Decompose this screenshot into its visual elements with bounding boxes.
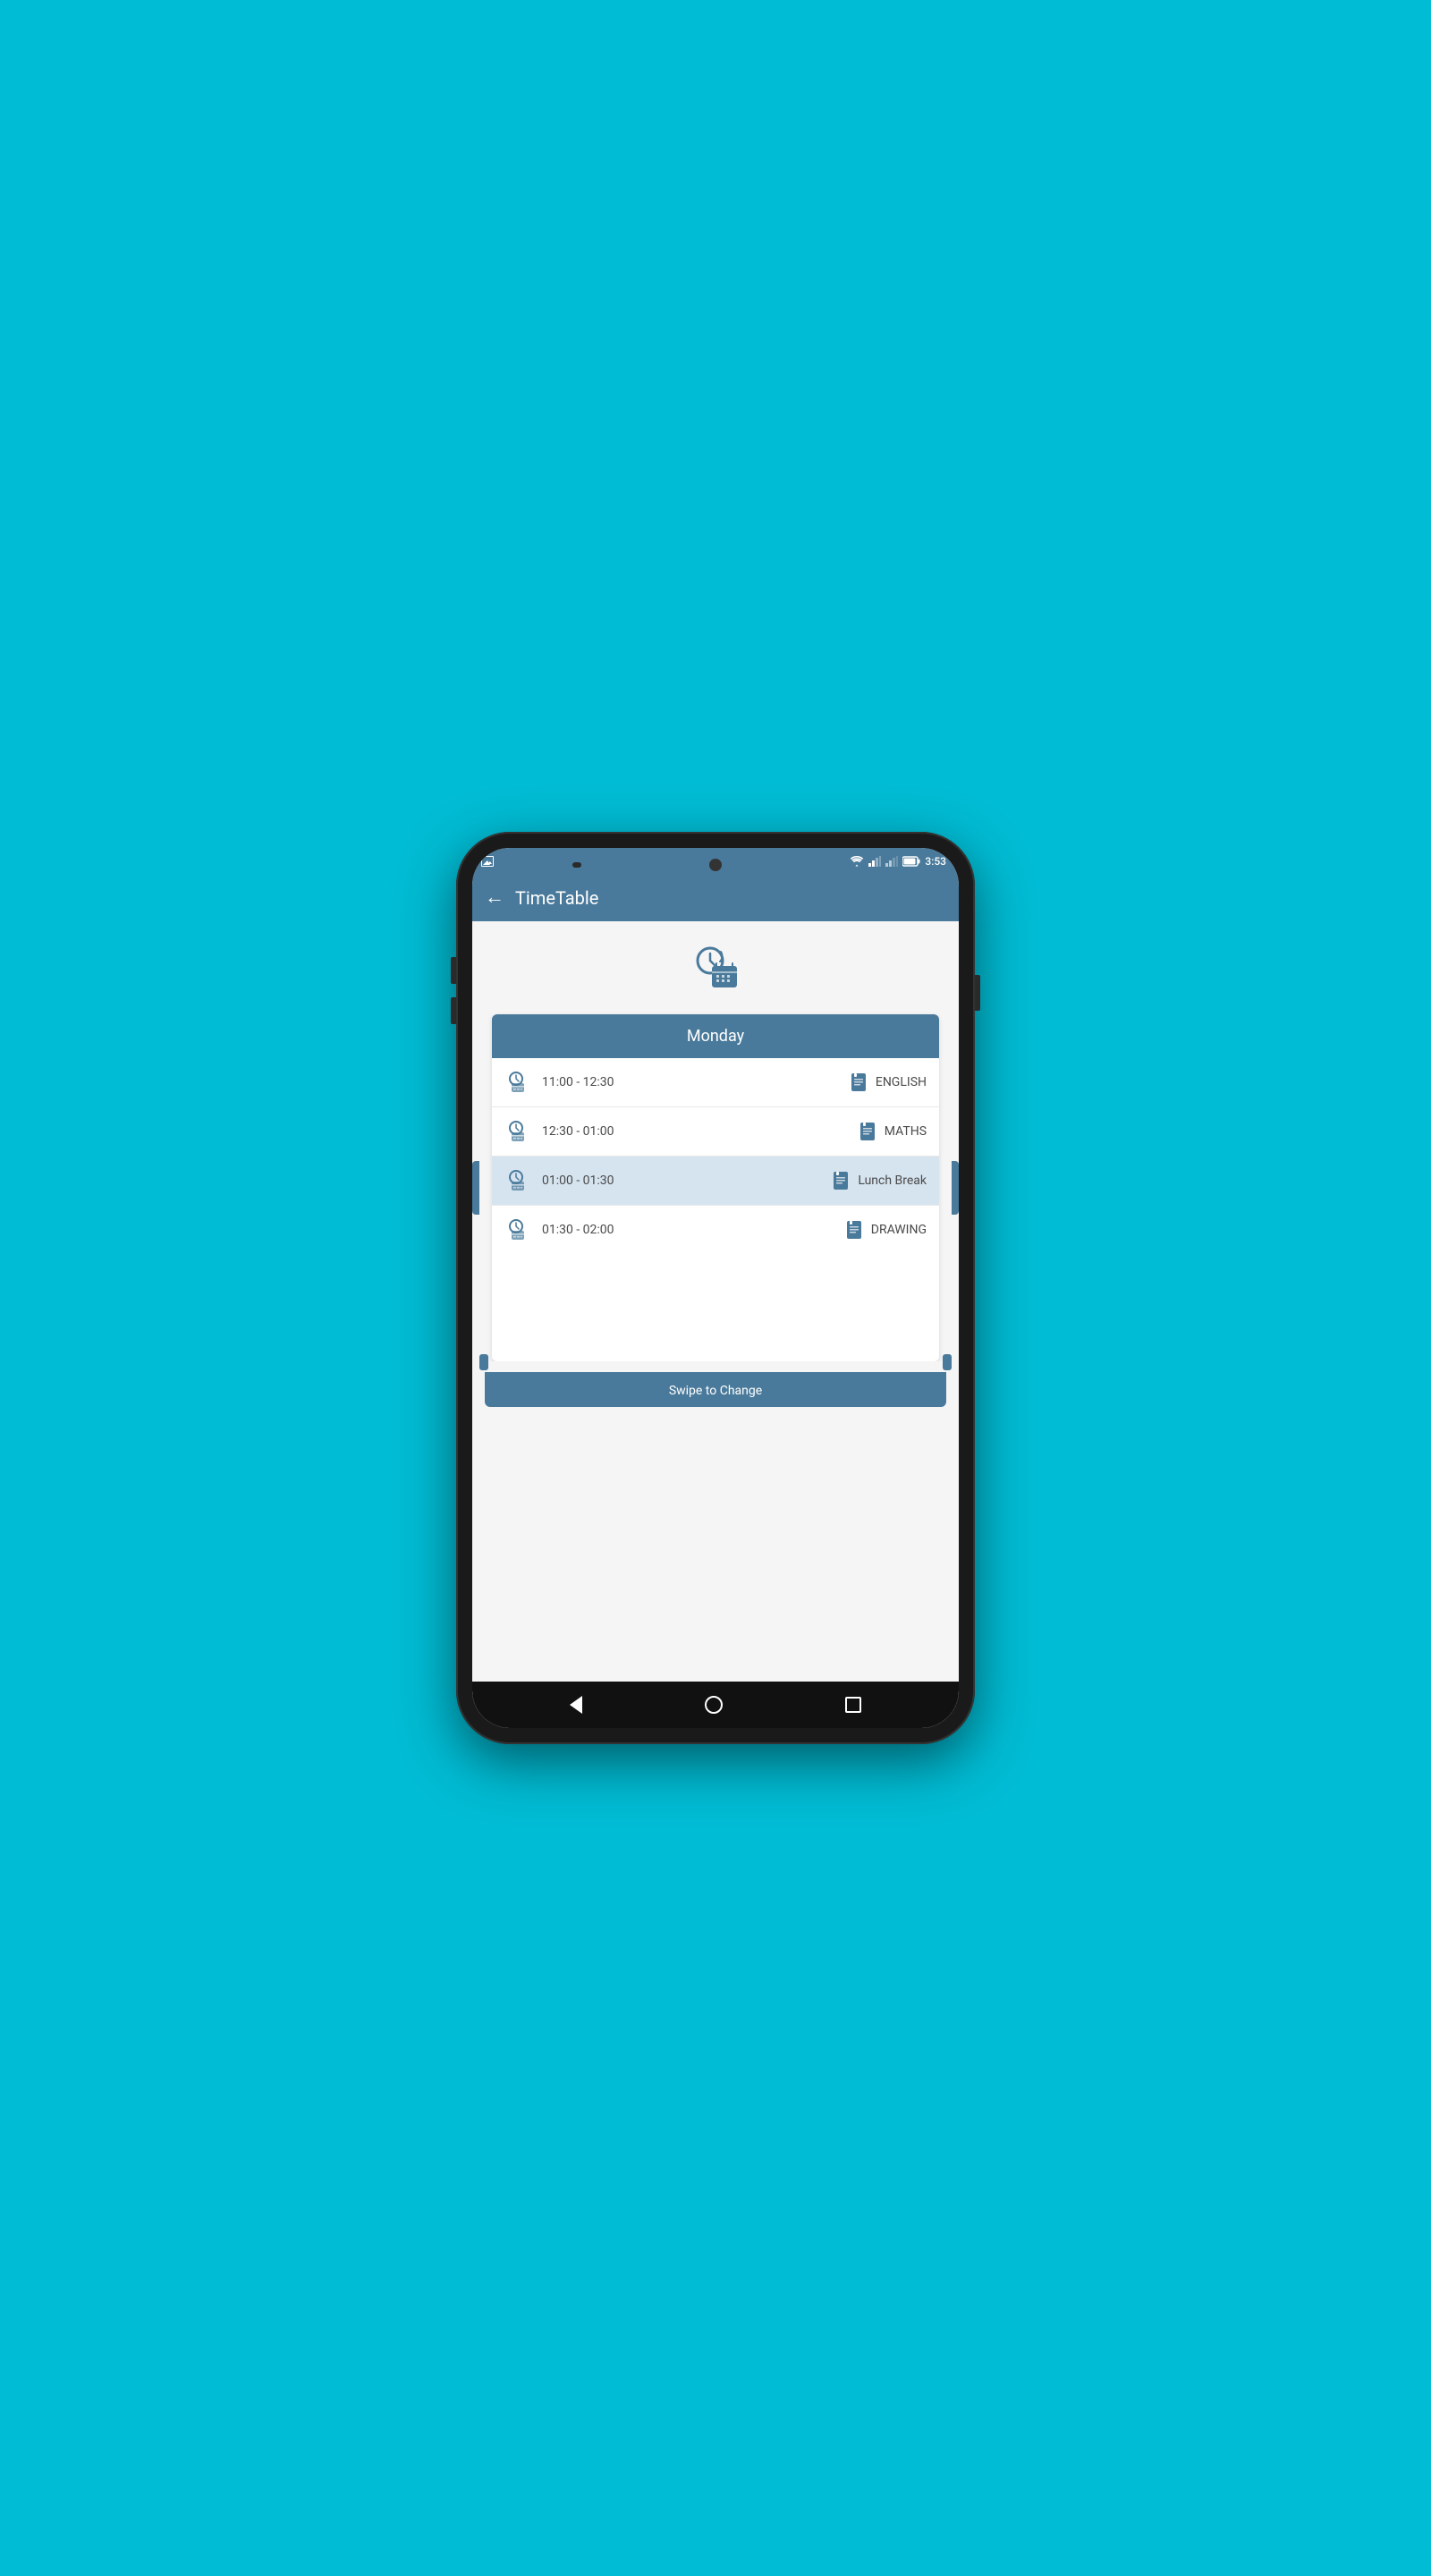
subject-icon-4	[846, 1220, 862, 1240]
table-row[interactable]: 01:00 - 01:30 Lunch Break	[492, 1157, 939, 1206]
day-label: Monday	[687, 1027, 744, 1046]
nav-back-button[interactable]	[570, 1696, 582, 1714]
schedule-icon-4	[504, 1216, 531, 1243]
nav-bar	[472, 1682, 959, 1728]
phone-screen: 3:53 ← TimeTable	[472, 848, 959, 1728]
table-row[interactable]: 01:30 - 02:00 DRAWING	[492, 1206, 939, 1254]
scroll-left-tab	[479, 1354, 488, 1370]
status-bar: 3:53	[472, 848, 959, 875]
back-triangle-icon	[570, 1696, 582, 1714]
side-tab-left	[472, 1161, 479, 1215]
schedule-icon-1	[504, 1069, 531, 1096]
signal2-icon	[885, 856, 898, 867]
power-button[interactable]	[975, 975, 980, 1011]
swipe-footer[interactable]: Swipe to Change	[485, 1372, 946, 1407]
battery-icon	[902, 856, 920, 867]
home-circle-icon	[705, 1696, 723, 1714]
schedule-list: 11:00 - 12:30 ENGLISH	[492, 1058, 939, 1254]
nav-recents-button[interactable]	[845, 1697, 861, 1713]
subject-icon-2	[859, 1122, 876, 1141]
card-container: Monday	[479, 1014, 952, 1361]
app-bar: ← TimeTable	[472, 875, 959, 921]
day-header: Monday	[492, 1014, 939, 1058]
status-left	[481, 856, 494, 867]
volume-up-button[interactable]	[451, 957, 456, 984]
bottom-spacer	[472, 1407, 959, 1682]
schedule-icon-2	[504, 1118, 531, 1145]
main-content: Monday	[472, 921, 959, 1682]
subject-icon-3	[833, 1171, 849, 1191]
empty-space	[492, 1254, 939, 1361]
time-2: 12:30 - 01:00	[542, 1124, 859, 1139]
scroll-right-tab	[943, 1354, 952, 1370]
time-1: 11:00 - 12:30	[542, 1075, 851, 1089]
status-time: 3:53	[925, 855, 946, 868]
notification-icon	[481, 856, 494, 867]
wifi-icon	[850, 856, 864, 867]
scroll-indicator-area	[479, 1361, 952, 1372]
subject-1: ENGLISH	[876, 1075, 927, 1089]
time-3: 01:00 - 01:30	[542, 1174, 833, 1188]
phone-device: 3:53 ← TimeTable	[456, 832, 975, 1744]
icon-area	[472, 921, 959, 1014]
subject-3: Lunch Break	[858, 1174, 927, 1188]
nav-home-button[interactable]	[705, 1696, 723, 1714]
timetable-icon	[687, 941, 744, 998]
side-tab-right	[952, 1161, 959, 1215]
back-button[interactable]: ←	[485, 888, 504, 908]
volume-down-button[interactable]	[451, 997, 456, 1024]
recents-square-icon	[845, 1697, 861, 1713]
subject-icon-1	[851, 1072, 867, 1092]
time-4: 01:30 - 02:00	[542, 1223, 846, 1237]
table-row[interactable]: 12:30 - 01:00 MATHS	[492, 1107, 939, 1157]
swipe-label: Swipe to Change	[669, 1384, 762, 1398]
subject-2: MATHS	[885, 1124, 927, 1139]
app-title: TimeTable	[515, 887, 598, 909]
table-row[interactable]: 11:00 - 12:30 ENGLISH	[492, 1058, 939, 1107]
signal-icon	[868, 856, 881, 867]
schedule-icon-3	[504, 1167, 531, 1194]
subject-4: DRAWING	[871, 1223, 927, 1237]
status-right: 3:53	[850, 855, 946, 868]
schedule-card: Monday	[492, 1014, 939, 1361]
